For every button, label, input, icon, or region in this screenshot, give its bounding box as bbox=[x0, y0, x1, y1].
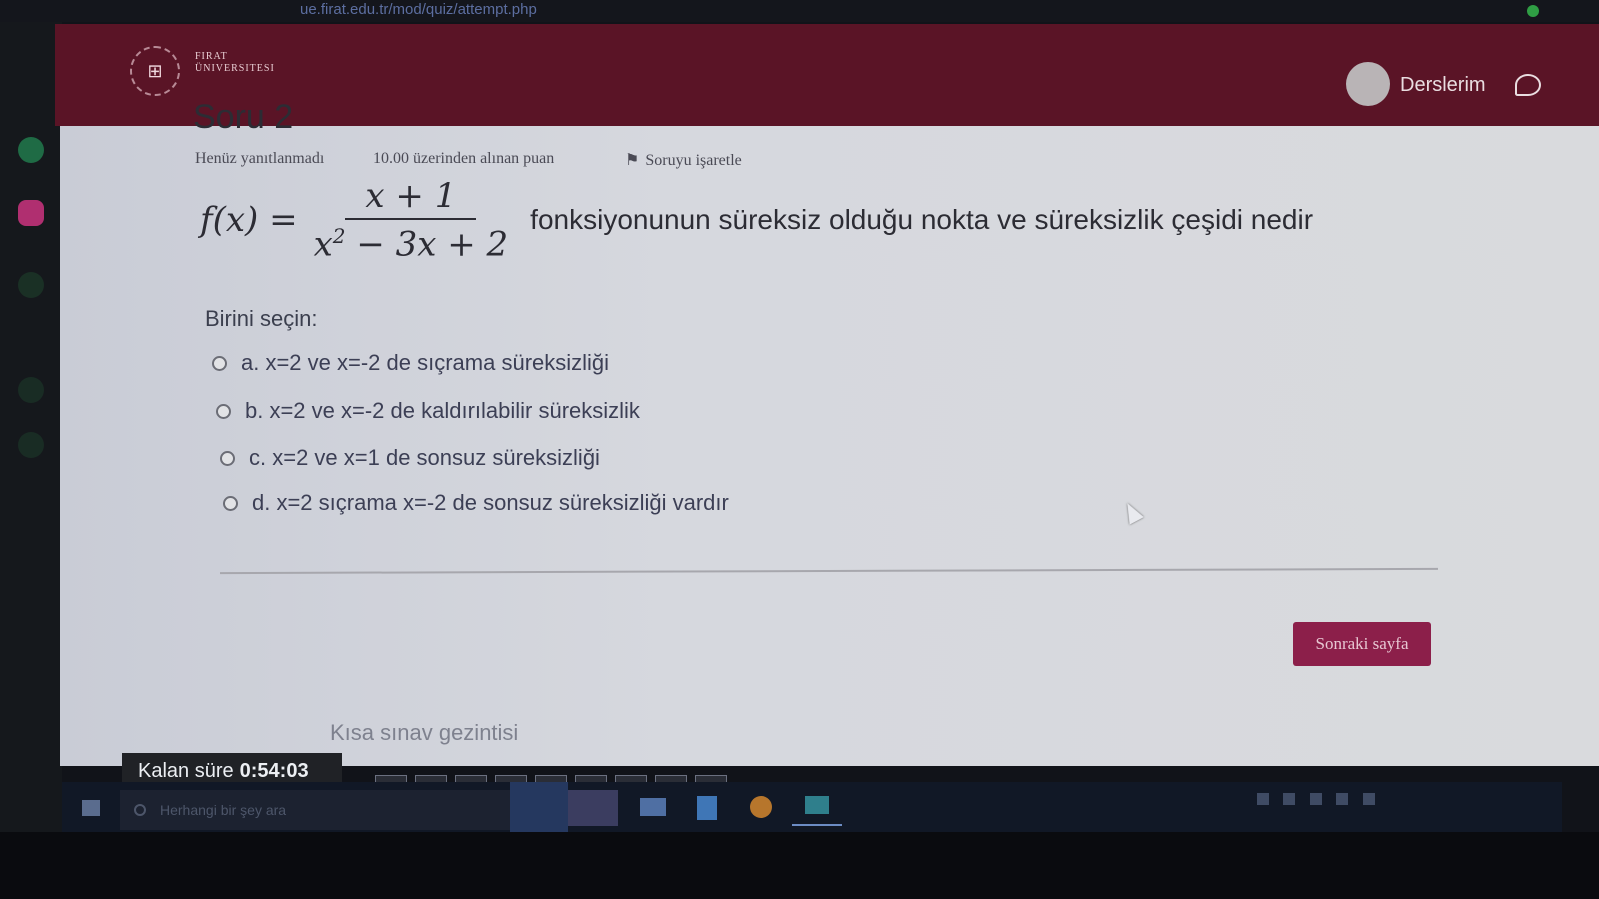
logo-line-2: ÜNIVERSITESI bbox=[195, 63, 275, 74]
answer-option-d[interactable]: d. x=2 sıçrama x=-2 de sonsuz süreksizli… bbox=[223, 490, 729, 516]
answer-option-label[interactable]: c. x=2 ve x=1 de sonsuz süreksizliği bbox=[249, 445, 600, 471]
timer-value: 0:54:03 bbox=[239, 759, 309, 782]
formula-denominator: x2 − 3x + 2 bbox=[314, 220, 509, 264]
formula-numerator: x + 1 bbox=[345, 176, 477, 220]
university-logo-icon[interactable]: ⊞ bbox=[130, 46, 180, 96]
document-app-icon[interactable] bbox=[682, 790, 732, 826]
mail-app-icon[interactable] bbox=[792, 790, 842, 826]
tray-icon[interactable] bbox=[1362, 793, 1375, 805]
tray-icon[interactable] bbox=[1309, 793, 1322, 805]
radio-button[interactable] bbox=[212, 355, 227, 371]
windows-start-icon[interactable] bbox=[82, 800, 100, 816]
question-grade: 10.00 üzerinden alınan puan bbox=[373, 150, 555, 167]
answer-option-a[interactable]: a. x=2 ve x=-2 de sıçrama süreksizliği bbox=[212, 350, 609, 376]
divider bbox=[220, 567, 1438, 575]
radio-button[interactable] bbox=[216, 403, 231, 419]
side-dock bbox=[0, 22, 62, 832]
browser-url-bar[interactable]: ue.firat.edu.tr/mod/quiz/attempt.php bbox=[0, 0, 1599, 22]
task-view-icon[interactable] bbox=[510, 782, 568, 832]
user-avatar[interactable] bbox=[1346, 62, 1390, 106]
formula-fraction: x + 1 x2 − 3x + 2 bbox=[314, 176, 509, 264]
question-formula: f(x) = x + 1 x2 − 3x + 2 fonksiyonunun s… bbox=[200, 176, 1313, 264]
flag-icon: ⚑ bbox=[625, 152, 640, 169]
file-explorer-icon[interactable] bbox=[628, 790, 678, 826]
question-status: Henüz yanıtlanmadı bbox=[195, 150, 325, 167]
tray-icon[interactable] bbox=[1283, 793, 1296, 805]
mouse-cursor-icon bbox=[1120, 499, 1144, 525]
denominator-base: x bbox=[313, 224, 333, 265]
answer-option-label[interactable]: b. x=2 ve x=-2 de kaldırılabilir süreksi… bbox=[245, 398, 640, 424]
question-text: fonksiyonunun süreksiz olduğu nokta ve s… bbox=[530, 204, 1314, 236]
university-name: FIRAT ÜNIVERSITESI bbox=[195, 51, 275, 75]
search-icon bbox=[134, 804, 146, 816]
question-title: Soru 2 bbox=[193, 98, 294, 136]
search-placeholder: Herhangi bir şey ara bbox=[160, 802, 287, 818]
monitor-bezel bbox=[0, 832, 1599, 899]
radio-button[interactable] bbox=[220, 450, 235, 466]
answer-option-b[interactable]: b. x=2 ve x=-2 de kaldırılabilir süreksi… bbox=[216, 398, 640, 424]
answer-prompt: Birini seçin: bbox=[205, 306, 318, 331]
screen: ue.firat.edu.tr/mod/quiz/attempt.php ⊞ F… bbox=[0, 0, 1599, 899]
flag-question-label: Soruyu işaretle bbox=[645, 152, 742, 169]
dock-app-icon[interactable] bbox=[18, 432, 44, 458]
denominator-rest: − 3x + 2 bbox=[356, 224, 509, 265]
chat-bubble-icon[interactable] bbox=[1515, 74, 1541, 96]
taskbar-search-input[interactable]: Herhangi bir şey ara bbox=[120, 790, 510, 830]
tray-icon[interactable] bbox=[1336, 793, 1349, 805]
answer-option-label[interactable]: d. x=2 sıçrama x=-2 de sonsuz süreksizli… bbox=[252, 490, 729, 516]
whatsapp-icon[interactable] bbox=[18, 137, 44, 163]
timer-label: Kalan süre bbox=[138, 759, 234, 782]
media-app-icon[interactable] bbox=[736, 790, 786, 826]
derslerim-link[interactable]: Derslerim bbox=[1400, 74, 1486, 97]
next-page-button[interactable]: Sonraki sayfa bbox=[1293, 622, 1431, 666]
answer-option-label[interactable]: a. x=2 ve x=-2 de sıçrama süreksizliği bbox=[241, 350, 609, 376]
dock-app-icon[interactable] bbox=[18, 272, 44, 298]
tray-icon[interactable] bbox=[1257, 793, 1269, 805]
url-text[interactable]: ue.firat.edu.tr/mod/quiz/attempt.php bbox=[300, 1, 537, 18]
dock-app-icon[interactable] bbox=[18, 377, 44, 403]
formula-lhs: f(x) = bbox=[200, 200, 298, 241]
flag-question-link[interactable]: ⚑ Soruyu işaretle bbox=[625, 150, 742, 170]
quiz-navigation-title: Kısa sınav gezintisi bbox=[330, 720, 519, 745]
chrome-taskbar-icon[interactable] bbox=[568, 790, 618, 826]
denominator-exponent: 2 bbox=[332, 224, 346, 248]
instagram-icon[interactable] bbox=[18, 200, 44, 226]
windows-taskbar: Herhangi bir şey ara bbox=[62, 782, 1562, 832]
radio-button[interactable] bbox=[223, 495, 238, 511]
extension-icon[interactable] bbox=[1527, 5, 1539, 17]
logo-line-1: FIRAT bbox=[195, 51, 228, 62]
answer-option-c[interactable]: c. x=2 ve x=1 de sonsuz süreksizliği bbox=[220, 445, 600, 471]
quiz-page: Soru 2 Henüz yanıtlanmadı 10.00 üzerinde… bbox=[60, 98, 1599, 766]
system-tray bbox=[1257, 792, 1497, 818]
